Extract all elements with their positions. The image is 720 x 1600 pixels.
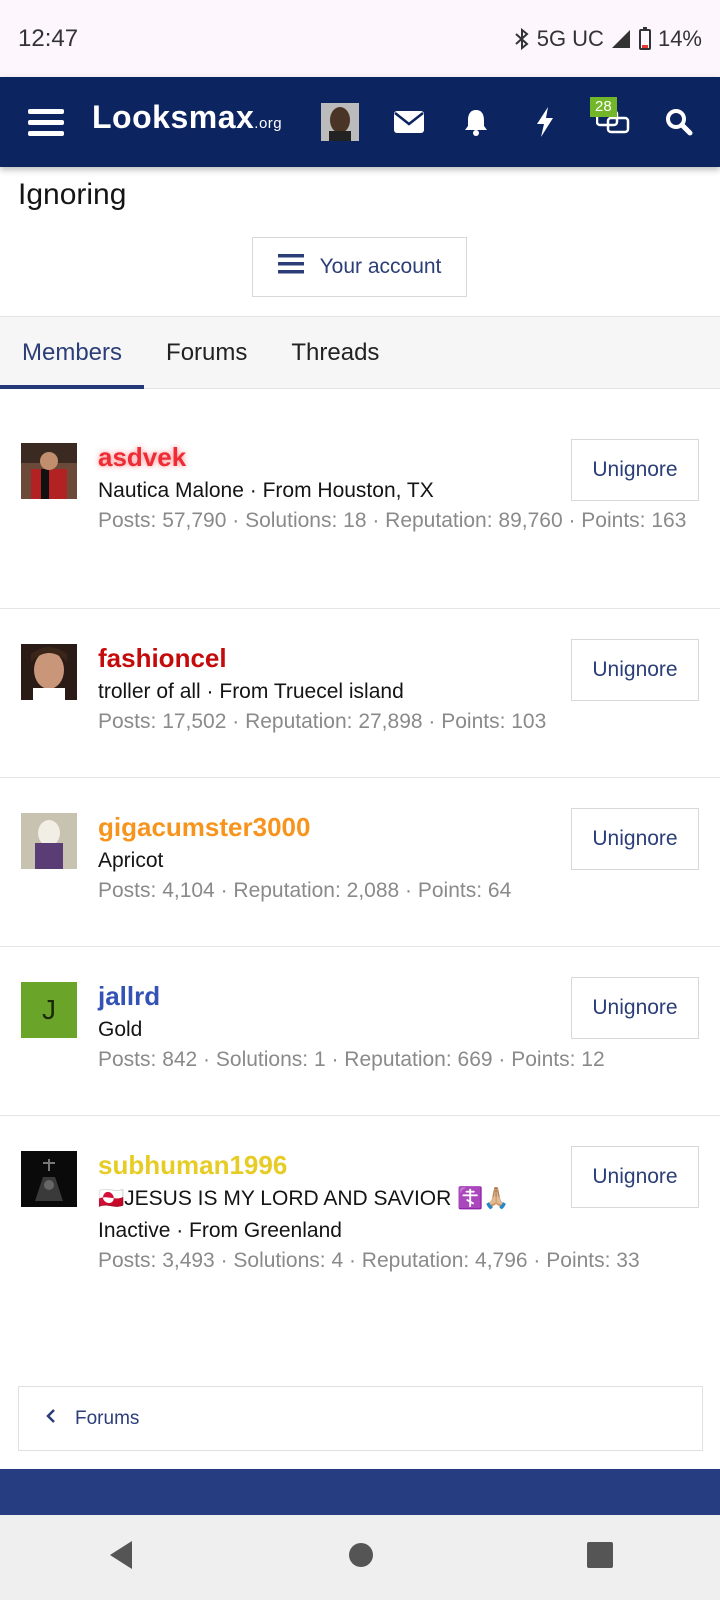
user-avatar[interactable] xyxy=(318,77,362,167)
network-label: 5G UC xyxy=(536,25,604,51)
logo-suffix: .org xyxy=(254,115,283,132)
avatar[interactable]: J xyxy=(21,982,77,1038)
unignore-button[interactable]: Unignore xyxy=(571,439,699,501)
unignore-button[interactable]: Unignore xyxy=(571,808,699,870)
status-time: 12:47 xyxy=(18,24,79,52)
avatar[interactable] xyxy=(21,1151,77,1207)
bell-icon[interactable] xyxy=(454,77,498,167)
battery-icon xyxy=(638,26,652,51)
member-username[interactable]: asdvek xyxy=(98,442,186,473)
unignore-button[interactable]: Unignore xyxy=(571,1146,699,1208)
battery-level: 14% xyxy=(657,25,702,51)
chevron-left-icon xyxy=(45,1408,57,1430)
search-icon[interactable] xyxy=(656,77,702,167)
breadcrumb[interactable]: Forums xyxy=(18,1386,703,1451)
member-info: Gold xyxy=(98,1018,143,1041)
envelope-icon[interactable] xyxy=(387,77,431,167)
tab-forums[interactable]: Forums xyxy=(144,317,269,389)
member-username[interactable]: gigacumster3000 xyxy=(98,812,310,843)
top-navbar: Looksmax.org 28 xyxy=(0,77,720,167)
member-info: Apricot xyxy=(98,849,164,872)
avatar[interactable] xyxy=(21,644,77,700)
page-title: Ignoring xyxy=(18,178,127,211)
status-bar: 12:47 5G UC 14% xyxy=(0,0,720,77)
list-item: subhuman1996 🇬🇱JESUS IS MY LORD AND SAVI… xyxy=(0,1116,720,1316)
member-username[interactable]: fashioncel xyxy=(98,643,227,674)
member-stats: Posts: 3,493 · Solutions: 4 · Reputation… xyxy=(98,1249,640,1272)
member-info-secondary: Inactive · From Greenland xyxy=(98,1219,342,1242)
ignore-tabs: Members Forums Threads xyxy=(0,316,720,389)
your-account-label: Your account xyxy=(319,255,442,278)
tab-threads[interactable]: Threads xyxy=(269,317,401,389)
member-stats: Posts: 17,502 · Reputation: 27,898 · Poi… xyxy=(98,710,547,733)
member-username[interactable]: jallrd xyxy=(98,981,160,1012)
signal-icon xyxy=(610,28,632,50)
site-footer xyxy=(0,1469,720,1519)
your-account-button[interactable]: Your account xyxy=(252,237,467,297)
member-stats: Posts: 57,790 · Solutions: 18 · Reputati… xyxy=(98,509,687,532)
back-icon[interactable] xyxy=(106,1538,136,1577)
avatar[interactable] xyxy=(21,443,77,499)
conversations-icon[interactable] xyxy=(588,77,638,167)
list-item: fashioncel troller of all · From Truecel… xyxy=(0,609,720,778)
list-item: J jallrd Gold Posts: 842 · Solutions: 1 … xyxy=(0,947,720,1116)
member-info: Nautica Malone · From Houston, TX xyxy=(98,479,434,502)
member-stats: Posts: 4,104 · Reputation: 2,088 · Point… xyxy=(98,879,512,902)
home-icon[interactable] xyxy=(347,1541,375,1574)
recents-icon[interactable] xyxy=(586,1541,614,1574)
menu-icon[interactable] xyxy=(20,77,72,167)
logo-text: Looksmax xyxy=(92,99,255,135)
member-stats: Posts: 842 · Solutions: 1 · Reputation: … xyxy=(98,1048,605,1071)
avatar[interactable] xyxy=(21,813,77,869)
member-info: troller of all · From Truecel island xyxy=(98,680,404,703)
site-logo[interactable]: Looksmax.org xyxy=(92,99,282,136)
conversations-badge: 28 xyxy=(590,97,617,117)
breadcrumb-label: Forums xyxy=(75,1407,140,1429)
bluetooth-icon xyxy=(513,27,531,50)
system-navigation-bar xyxy=(0,1515,720,1600)
status-icons: 5G UC 14% xyxy=(513,26,702,52)
tab-members[interactable]: Members xyxy=(0,317,145,389)
list-item: asdvek Nautica Malone · From Houston, TX… xyxy=(0,409,720,609)
lightning-icon[interactable] xyxy=(523,77,567,167)
unignore-button[interactable]: Unignore xyxy=(571,639,699,701)
menu-lines-icon xyxy=(277,253,304,281)
unignore-button[interactable]: Unignore xyxy=(571,977,699,1039)
member-username[interactable]: subhuman1996 xyxy=(98,1150,287,1181)
list-item: gigacumster3000 Apricot Posts: 4,104 · R… xyxy=(0,778,720,947)
